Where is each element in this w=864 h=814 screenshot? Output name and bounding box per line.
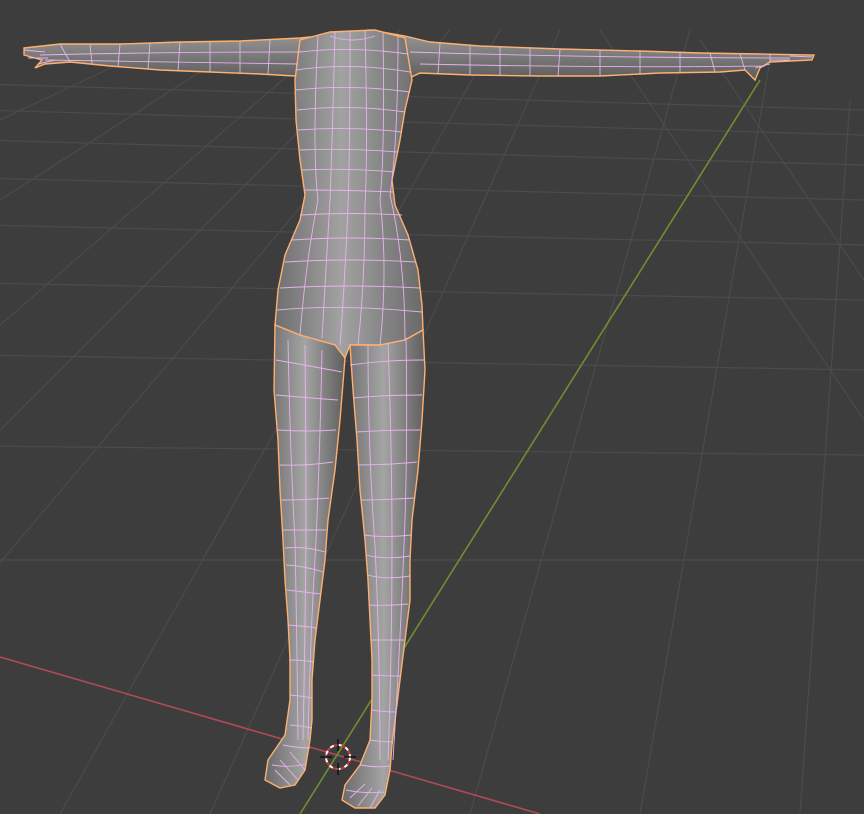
3d-viewport[interactable] xyxy=(0,0,864,814)
